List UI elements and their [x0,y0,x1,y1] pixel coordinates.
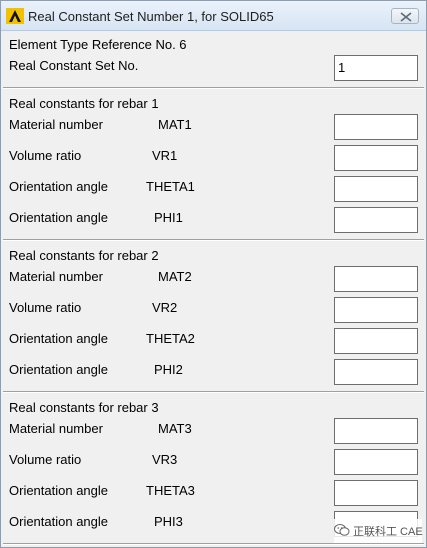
close-icon [400,12,412,22]
row-code: THETA1 [146,179,195,194]
row-code: PHI2 [154,362,183,377]
theta3-input[interactable] [334,480,418,506]
vr2-input[interactable] [334,297,418,323]
row-code: MAT3 [158,421,192,436]
row-label: Orientation angle [9,362,109,377]
row-label: Material number [9,117,103,132]
section-divider [3,543,424,545]
dialog-content: Element Type Reference No. 6 Real Consta… [1,32,426,547]
theta1-input[interactable] [334,176,418,202]
row-label: Volume ratio [9,300,82,315]
row-label: Orientation angle [9,514,109,529]
row-label: Orientation angle [9,483,109,498]
window-title: Real Constant Set Number 1, for SOLID65 [28,9,274,24]
real-constant-set-input[interactable]: 1 [334,55,418,81]
row-label: Material number [9,421,103,436]
section-heading-rebar-2: Real constants for rebar 2 [9,248,159,263]
row-code: PHI1 [154,210,183,225]
row-code: THETA3 [146,483,195,498]
mat2-input[interactable] [334,266,418,292]
row-code: MAT2 [158,269,192,284]
title-bar[interactable]: Real Constant Set Number 1, for SOLID65 [1,1,426,31]
row-label: Material number [9,269,103,284]
row-label: Orientation angle [9,210,109,225]
row-code: VR2 [152,300,178,315]
watermark-text: 正联科工 CAE [353,526,423,538]
vr1-input[interactable] [334,145,418,171]
row-code: VR3 [152,452,178,467]
dialog-window: Real Constant Set Number 1, for SOLID65 … [0,0,427,548]
section-divider [3,391,424,393]
row-label: Orientation angle [9,331,109,346]
phi2-input[interactable] [334,359,418,385]
mat1-input[interactable] [334,114,418,140]
element-type-reference-label: Element Type Reference No. 6 [9,37,187,52]
row-code: PHI3 [154,514,183,529]
ansys-icon [6,8,24,24]
row-label: Volume ratio [9,148,82,163]
row-code: THETA2 [146,331,195,346]
row-code: VR1 [152,148,178,163]
close-button[interactable] [391,8,419,24]
theta2-input[interactable] [334,328,418,354]
section-divider [3,87,424,89]
watermark: 正联科工 CAE [334,519,423,543]
phi1-input[interactable] [334,207,418,233]
vr3-input[interactable] [334,449,418,475]
row-code: MAT1 [158,117,192,132]
row-label: Volume ratio [9,452,82,467]
section-heading-rebar-1: Real constants for rebar 1 [9,96,159,111]
wechat-icon [334,523,350,540]
real-constant-set-label: Real Constant Set No. [9,58,139,73]
section-divider [3,239,424,241]
row-label: Orientation angle [9,179,109,194]
mat3-input[interactable] [334,418,418,444]
section-heading-rebar-3: Real constants for rebar 3 [9,400,159,415]
